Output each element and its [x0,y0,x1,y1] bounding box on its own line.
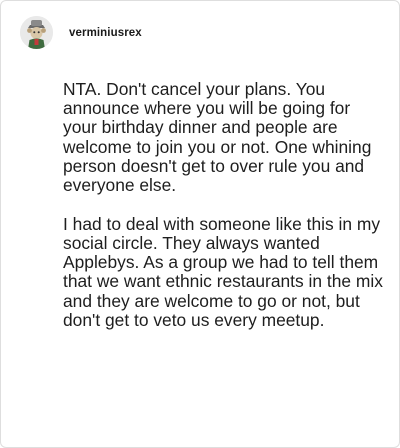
cartoon-avatar-icon[interactable] [20,16,53,49]
comment-paragraph: I had to deal with someone like this in … [63,213,383,330]
comment-body: NTA. Don't cancel your plans. You announ… [63,79,385,330]
comment-card: verminiusrex NTA. Don't cancel your plan… [0,0,400,448]
comment-header: verminiusrex [20,16,142,49]
username[interactable]: verminiusrex [69,27,142,39]
comment-paragraph: NTA. Don't cancel your plans. You announ… [63,79,372,196]
